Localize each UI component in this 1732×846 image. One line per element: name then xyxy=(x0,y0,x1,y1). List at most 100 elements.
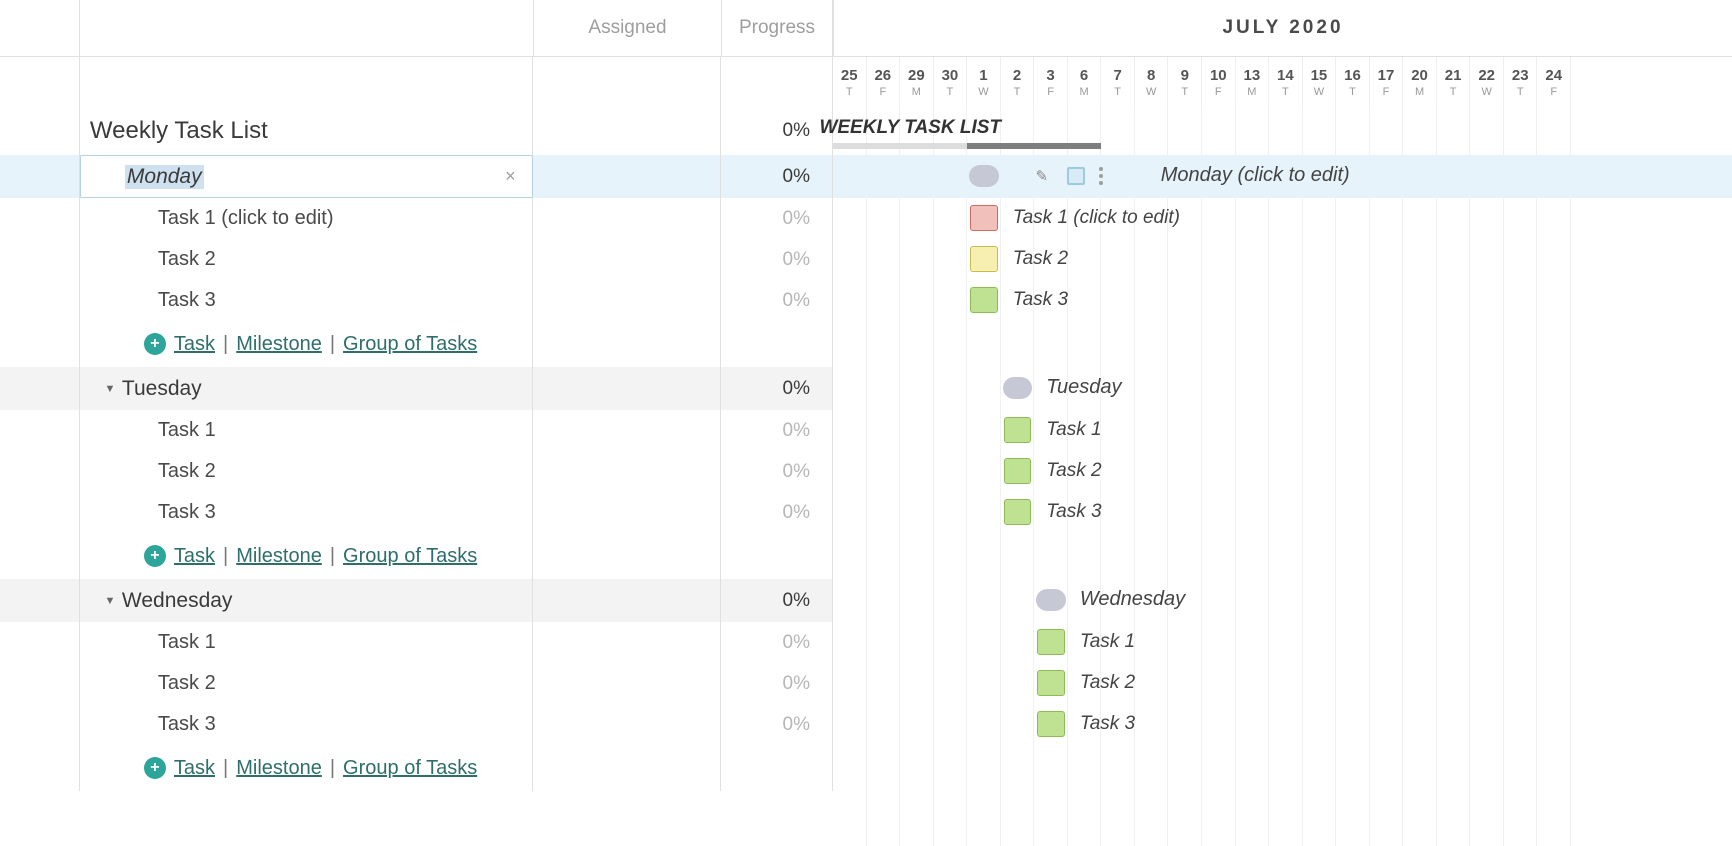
calendar-day[interactable]: 9T xyxy=(1168,57,1202,107)
calendar-day[interactable]: 22W xyxy=(1470,57,1504,107)
task-name[interactable]: Task 1 xyxy=(158,631,216,654)
progress-cell: 0% xyxy=(721,451,832,492)
add-task-link[interactable]: Task xyxy=(174,333,215,356)
calendar-day-dow: T xyxy=(947,86,954,98)
calendar-day[interactable]: 17F xyxy=(1370,57,1404,107)
timeline-task-bar[interactable] xyxy=(1004,499,1032,525)
add-milestone-link[interactable]: Milestone xyxy=(236,545,322,568)
calendar-day-number: 7 xyxy=(1113,67,1121,84)
add-task-link[interactable]: Task xyxy=(174,545,215,568)
calendar-day-number: 6 xyxy=(1080,67,1088,84)
group-name[interactable]: Wednesday xyxy=(122,589,233,613)
calendar-day[interactable]: 24F xyxy=(1537,57,1571,107)
timeline-task-bar[interactable] xyxy=(1004,417,1032,443)
clear-icon[interactable]: × xyxy=(498,165,522,189)
timeline-task-label[interactable]: Task 1 xyxy=(1080,631,1135,653)
calendar-day-number: 29 xyxy=(908,67,925,84)
project-title[interactable]: Weekly Task List xyxy=(80,117,268,145)
calendar-day-number: 23 xyxy=(1512,67,1529,84)
calendar-day[interactable]: 21T xyxy=(1437,57,1471,107)
calendar-day[interactable]: 3F xyxy=(1034,57,1068,107)
add-milestone-link[interactable]: Milestone xyxy=(236,757,322,780)
task-name[interactable]: Task 2 xyxy=(158,248,216,271)
task-name[interactable]: Task 2 xyxy=(158,460,216,483)
calendar-day[interactable]: 7T xyxy=(1101,57,1135,107)
calendar-day[interactable]: 15W xyxy=(1303,57,1337,107)
timeline-group-label[interactable]: Wednesday xyxy=(1080,588,1185,611)
add-task-link[interactable]: Task xyxy=(174,757,215,780)
timeline-task-label[interactable]: Task 1 xyxy=(1046,419,1101,441)
timeline-task-bar[interactable] xyxy=(1004,458,1032,484)
progress-cell xyxy=(721,533,832,579)
timeline-task-bar[interactable] xyxy=(1037,670,1065,696)
calendar-day[interactable]: 8W xyxy=(1135,57,1169,107)
add-milestone-link[interactable]: Milestone xyxy=(236,333,322,356)
timeline-task-bar[interactable] xyxy=(1037,711,1065,737)
progress-cell: 0% xyxy=(721,410,832,451)
calendar-day[interactable]: 1W xyxy=(967,57,1001,107)
add-group-link[interactable]: Group of Tasks xyxy=(343,545,477,568)
calendar-day[interactable]: 30T xyxy=(934,57,968,107)
calendar-day-dow: T xyxy=(1450,86,1457,98)
calendar-day[interactable]: 26F xyxy=(867,57,901,107)
task-name[interactable]: Task 3 xyxy=(158,501,216,524)
add-group-link[interactable]: Group of Tasks xyxy=(343,333,477,356)
calendar-day-dow: W xyxy=(978,86,988,98)
progress-cell: 0% xyxy=(721,492,832,533)
add-group-link[interactable]: Group of Tasks xyxy=(343,757,477,780)
timeline-task-label[interactable]: Task 3 xyxy=(1046,501,1101,523)
pencil-icon[interactable]: ✎ xyxy=(1031,165,1053,187)
timeline-group-bar[interactable] xyxy=(1036,589,1066,611)
timeline-task-label[interactable]: Task 2 xyxy=(1013,248,1068,270)
progress-cell: 0% xyxy=(721,367,832,410)
calendar-day-dow: F xyxy=(1383,86,1390,98)
timeline-task-bar[interactable] xyxy=(970,287,998,313)
timeline-group-bar[interactable] xyxy=(969,165,999,187)
calendar-day-number: 2 xyxy=(1013,67,1021,84)
task-name[interactable]: Task 3 xyxy=(158,289,216,312)
calendar-day[interactable]: 13M xyxy=(1236,57,1270,107)
color-icon[interactable] xyxy=(1067,167,1085,185)
collapse-caret-icon[interactable]: ▼ xyxy=(100,383,120,395)
progress-cell xyxy=(721,321,832,367)
task-name[interactable]: Task 1 (click to edit) xyxy=(158,207,334,230)
column-header-progress[interactable]: Progress xyxy=(722,0,833,56)
group-name-input[interactable]: Monday xyxy=(125,165,204,189)
timeline-task-label[interactable]: Task 1 (click to edit) xyxy=(1013,207,1180,229)
calendar-day[interactable]: 23T xyxy=(1504,57,1538,107)
calendar-day[interactable]: 16T xyxy=(1336,57,1370,107)
timeline-group-label[interactable]: Tuesday xyxy=(1046,376,1121,399)
task-name[interactable]: Task 3 xyxy=(158,713,216,736)
group-name[interactable]: Tuesday xyxy=(122,377,202,401)
timeline-task-label[interactable]: Task 2 xyxy=(1046,460,1101,482)
timeline-task-bar[interactable] xyxy=(970,205,998,231)
calendar-day[interactable]: 2T xyxy=(1001,57,1035,107)
add-icon[interactable]: + xyxy=(144,333,166,355)
task-name[interactable]: Task 1 xyxy=(158,419,216,442)
calendar-day[interactable]: 25T xyxy=(833,57,867,107)
calendar-day[interactable]: 29 M xyxy=(900,57,934,107)
timeline-group-bar[interactable] xyxy=(1003,377,1033,399)
timeline-task-bar[interactable] xyxy=(1037,629,1065,655)
timeline-task-label[interactable]: Task 3 xyxy=(1013,289,1068,311)
timeline-task-bar[interactable] xyxy=(970,246,998,272)
timeline-group-label[interactable]: Monday (click to edit) xyxy=(1161,164,1350,187)
add-icon[interactable]: + xyxy=(144,545,166,567)
timeline-task-label[interactable]: Task 2 xyxy=(1080,672,1135,694)
add-icon[interactable]: + xyxy=(144,757,166,779)
calendar-day[interactable]: 6M xyxy=(1068,57,1102,107)
calendar-day[interactable]: 10F xyxy=(1202,57,1236,107)
calendar-day-dow: W xyxy=(1481,86,1491,98)
calendar-day-dow: M xyxy=(912,86,921,98)
column-header-assigned[interactable]: Assigned xyxy=(534,0,722,56)
calendar-day[interactable]: 14T xyxy=(1269,57,1303,107)
collapse-caret-icon[interactable]: ▼ xyxy=(100,595,120,607)
calendar-day-number: 15 xyxy=(1311,67,1328,84)
timeline-task-label[interactable]: Task 3 xyxy=(1080,713,1135,735)
task-name[interactable]: Task 2 xyxy=(158,672,216,695)
timeline-month-label: JULY 2020 xyxy=(833,0,1732,56)
more-icon[interactable] xyxy=(1099,167,1103,185)
calendar-day[interactable]: 20M xyxy=(1403,57,1437,107)
calendar-day-number: 24 xyxy=(1545,67,1562,84)
calendar-day-dow: T xyxy=(846,86,853,98)
